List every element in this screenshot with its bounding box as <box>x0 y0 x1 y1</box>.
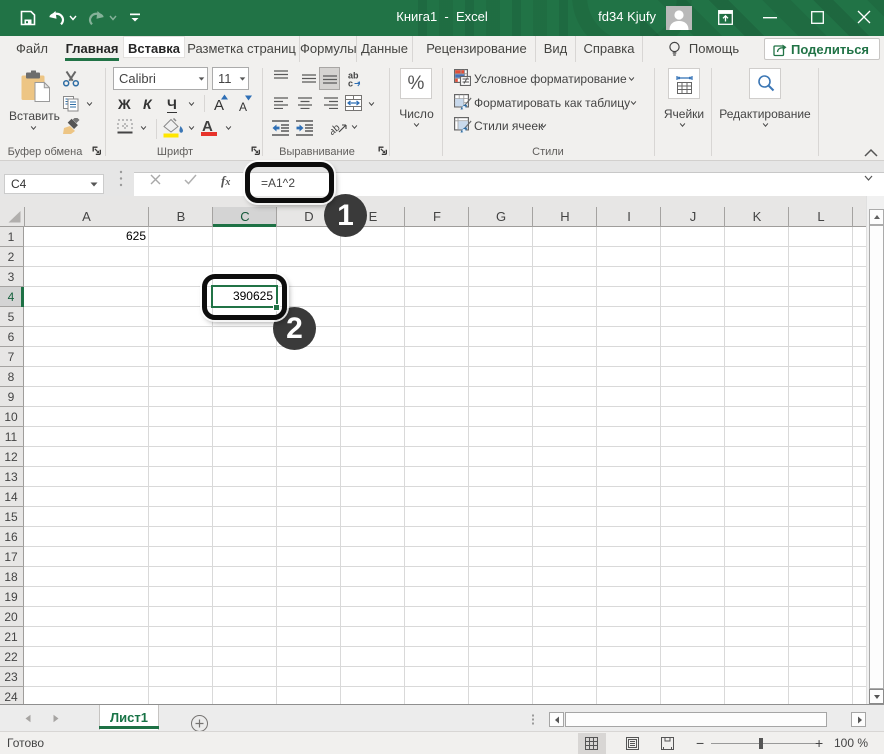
svg-text:ab: ab <box>331 122 343 136</box>
svg-text:c: c <box>348 79 353 88</box>
